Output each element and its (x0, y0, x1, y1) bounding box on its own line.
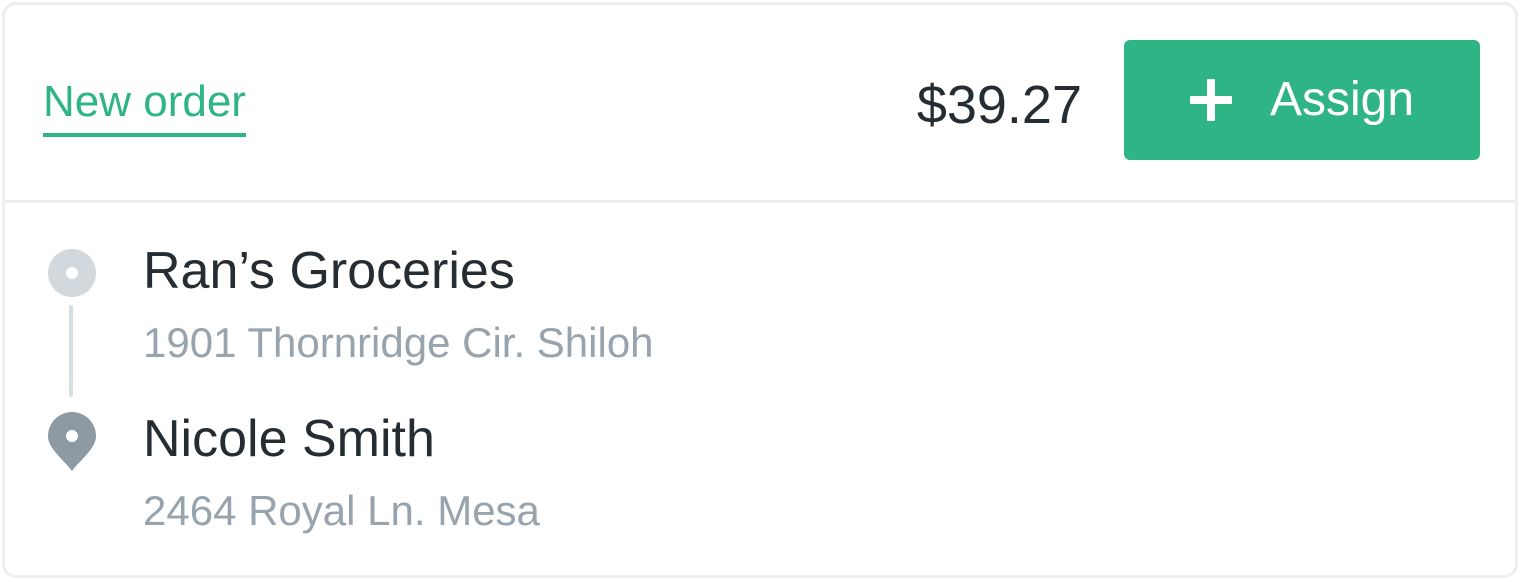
assign-button[interactable]: Assign (1124, 40, 1480, 160)
map-pin-icon (48, 412, 96, 471)
pickup-stop: Ran’s Groceries 1901 Thornridge Cir. Shi… (143, 241, 654, 367)
pickup-name: Ran’s Groceries (143, 242, 515, 300)
order-card: New order $39.27 Assign Ran’s Groceries … (2, 2, 1518, 578)
dropoff-name: Nicole Smith (143, 410, 435, 468)
dropoff-stop: Nicole Smith 2464 Royal Ln. Mesa (143, 409, 540, 535)
route-connector-line (69, 305, 73, 397)
plus-icon (1189, 79, 1232, 121)
pickup-dot-icon (48, 249, 96, 297)
pickup-address: 1901 Thornridge Cir. Shiloh (143, 319, 654, 366)
assign-button-label: Assign (1269, 73, 1415, 126)
dropoff-address: 2464 Royal Ln. Mesa (143, 487, 540, 534)
order-price: $39.27 (916, 75, 1082, 135)
order-header: New order $39.27 Assign (5, 5, 1515, 203)
new-order-tab[interactable]: New order (43, 77, 246, 137)
